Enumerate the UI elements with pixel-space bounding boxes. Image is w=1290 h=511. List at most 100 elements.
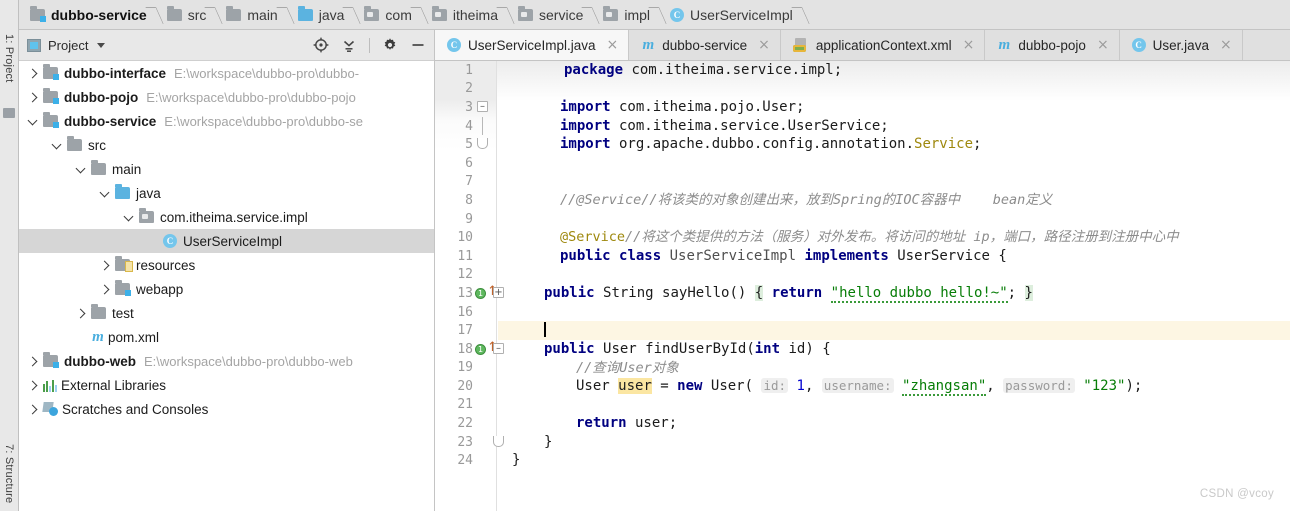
tree-row-dubbo-interface[interactable]: dubbo-interface E:\workspace\dubbo-pro\d…	[19, 61, 434, 85]
chevron-right-icon[interactable]	[99, 259, 112, 272]
tab-userserviceimpl-java[interactable]: C UserServiceImpl.java ×	[435, 30, 630, 60]
code-line-18: public User findUserById(int id) {	[544, 340, 831, 357]
code-line-17[interactable]	[498, 321, 1290, 340]
tree-row-package[interactable]: com.itheima.service.impl	[19, 205, 434, 229]
tab-applicationcontext-xml[interactable]: applicationContext.xml ×	[781, 30, 986, 60]
tree-row-external-libraries[interactable]: External Libraries	[19, 373, 434, 397]
close-icon[interactable]: ×	[607, 38, 619, 52]
breadcrumb-item-service[interactable]: service	[511, 0, 596, 30]
breadcrumb-item-impl[interactable]: impl	[596, 0, 663, 30]
tree-label: webapp	[136, 281, 184, 297]
folder-source-icon	[297, 5, 313, 21]
line-number: 4	[465, 118, 473, 134]
chevron-right-icon[interactable]	[99, 283, 112, 296]
tree-row-pom-xml[interactable]: m pom.xml	[19, 325, 434, 349]
chevron-right-icon[interactable]	[27, 355, 40, 368]
close-icon[interactable]: ×	[758, 38, 770, 52]
chevron-right-icon[interactable]	[27, 403, 40, 416]
toolwindow-button-structure[interactable]: 7: Structure	[0, 440, 17, 507]
toolwindow-button-project[interactable]: 1: Project	[0, 30, 17, 86]
code-line-4: import com.itheima.service.UserService;	[560, 117, 889, 134]
breadcrumb-item-java[interactable]: java	[291, 0, 358, 30]
tree-row-main[interactable]: main	[19, 157, 434, 181]
collapse-all-icon[interactable]	[341, 37, 357, 53]
folder-package-icon	[603, 5, 619, 21]
tab-dubbo-service[interactable]: m dubbo-service ×	[629, 30, 781, 60]
run-gutter-icon[interactable]: 1	[475, 288, 486, 300]
fold-marker-end[interactable]	[477, 138, 488, 150]
module-icon	[43, 88, 59, 104]
code-line-10: @Service//将这个类提供的方法（服务）对外发布。将访问的地址 ip，端口…	[560, 229, 1179, 246]
tree-row-java[interactable]: java	[19, 181, 434, 205]
breadcrumb-item-src[interactable]: src	[160, 0, 220, 30]
module-icon	[43, 352, 59, 368]
tree-row-dubbo-web[interactable]: dubbo-web E:\workspace\dubbo-pro\dubbo-w…	[19, 349, 434, 373]
code-line-1: package com.itheima.service.impl;	[564, 62, 843, 78]
line-number: 24	[457, 453, 473, 469]
run-gutter-icon[interactable]: 1	[475, 343, 486, 355]
module-icon	[43, 64, 59, 80]
code-text-column[interactable]: package com.itheima.service.impl; import…	[498, 61, 1290, 511]
java-class-icon: C	[1131, 38, 1146, 52]
line-number: 23	[457, 434, 473, 450]
tree-label: java	[136, 185, 161, 201]
tree-row-test[interactable]: test	[19, 301, 434, 325]
tree-row-scratches[interactable]: Scratches and Consoles	[19, 397, 434, 421]
module-icon	[43, 112, 59, 128]
breadcrumb-item-module[interactable]: dubbo-service	[23, 0, 160, 30]
tree-row-src[interactable]: src	[19, 133, 434, 157]
folder-icon	[67, 136, 82, 151]
breadcrumb-item-com[interactable]: com	[357, 0, 424, 30]
editor-area: C UserServiceImpl.java × m dubbo-service…	[435, 30, 1290, 511]
chevron-down-icon[interactable]	[99, 187, 112, 200]
chevron-right-icon[interactable]	[75, 307, 88, 320]
tree-row-dubbo-service[interactable]: dubbo-service E:\workspace\dubbo-pro\dub…	[19, 109, 434, 133]
gear-icon[interactable]	[382, 37, 398, 53]
close-icon[interactable]: ×	[1097, 38, 1109, 52]
tree-row-resources[interactable]: resources	[19, 253, 434, 277]
code-editor[interactable]: 1 2 3 – 4 5 6 7 8 9 10 11 12 13 1 ↑ +	[435, 61, 1290, 511]
chevron-down-icon[interactable]	[27, 115, 40, 128]
breadcrumb: dubbo-service src main java com itheima …	[19, 0, 1290, 30]
fold-marker-collapse[interactable]: –	[477, 101, 488, 113]
libraries-icon	[43, 379, 57, 392]
chevron-right-icon[interactable]	[27, 379, 40, 392]
chevron-right-icon[interactable]	[27, 91, 40, 104]
breadcrumb-item-main[interactable]: main	[219, 0, 290, 30]
chevron-right-icon[interactable]	[27, 67, 40, 80]
project-tree[interactable]: dubbo-interface E:\workspace\dubbo-pro\d…	[19, 61, 434, 511]
folder-package-icon	[364, 5, 380, 21]
tree-path: E:\workspace\dubbo-pro\dubbo-web	[143, 353, 353, 369]
java-class-icon: C	[447, 38, 461, 52]
project-icon	[27, 38, 41, 52]
line-number: 11	[457, 248, 473, 264]
code-line-23: }	[544, 433, 553, 450]
tree-label: test	[112, 305, 134, 321]
breadcrumb-item-class[interactable]: C UserServiceImpl	[663, 0, 806, 30]
webapp-folder-icon	[115, 280, 131, 296]
chevron-down-icon[interactable]	[51, 139, 64, 152]
breadcrumb-item-itheima[interactable]: itheima	[425, 0, 511, 30]
tree-row-dubbo-pojo[interactable]: dubbo-pojo E:\workspace\dubbo-pro\dubbo-…	[19, 85, 434, 109]
chevron-down-icon[interactable]	[75, 163, 88, 176]
tab-dubbo-pojo[interactable]: m dubbo-pojo ×	[985, 30, 1120, 60]
text-caret	[544, 322, 546, 338]
spring-xml-icon	[792, 37, 809, 53]
hide-icon[interactable]	[410, 37, 426, 53]
close-icon[interactable]: ×	[1220, 38, 1232, 52]
tree-row-userserviceimpl[interactable]: C UserServiceImpl	[19, 229, 434, 253]
chevron-down-icon[interactable]	[97, 42, 106, 48]
chevron-down-icon[interactable]	[123, 211, 136, 224]
editor-gutter[interactable]: 1 2 3 – 4 5 6 7 8 9 10 11 12 13 1 ↑ +	[435, 61, 504, 511]
tree-row-webapp[interactable]: webapp	[19, 277, 434, 301]
close-icon[interactable]: ×	[963, 38, 975, 52]
folder-package-icon	[518, 5, 534, 21]
folder-module-icon	[30, 5, 46, 22]
project-tool-window: Project dubbo-interface E:\workspace\dub…	[19, 30, 435, 511]
locate-icon[interactable]	[313, 37, 329, 53]
tab-user-java[interactable]: C User.java ×	[1120, 30, 1243, 60]
java-class-icon: C	[670, 7, 685, 22]
java-class-icon: C	[163, 234, 177, 248]
